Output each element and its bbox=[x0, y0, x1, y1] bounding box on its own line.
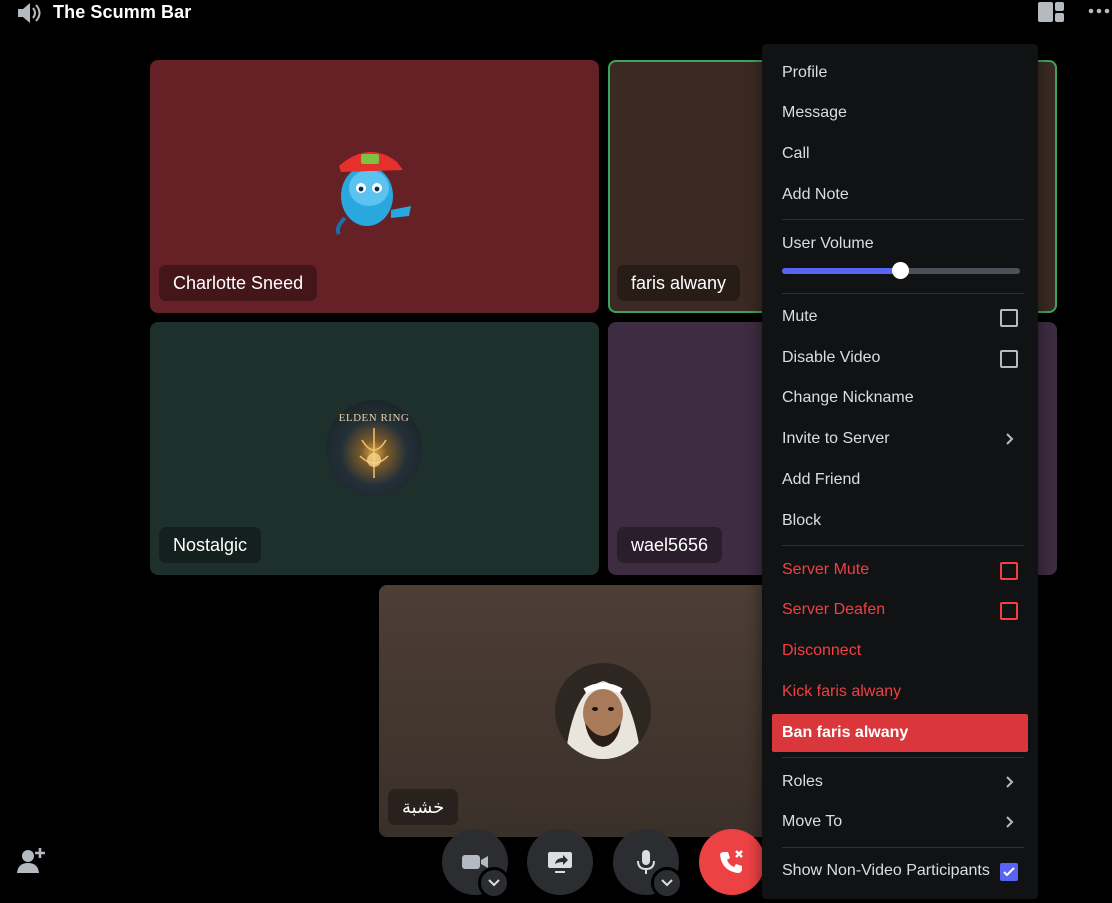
charlotte-avatar bbox=[335, 151, 411, 236]
participant-tile-nostalgic[interactable]: ELDEN RING Nostalgic bbox=[150, 322, 599, 575]
user-volume-slider[interactable] bbox=[782, 262, 1020, 279]
menu-item-label: Disable Video bbox=[782, 349, 881, 366]
user-context-menu: Profile Message Call Add Note User Volum… bbox=[762, 44, 1038, 899]
menu-item-kick[interactable]: Kick faris alwany bbox=[772, 676, 1028, 708]
menu-item-profile[interactable]: Profile bbox=[772, 57, 1028, 89]
menu-item-block[interactable]: Block bbox=[772, 505, 1028, 537]
participant-name: Nostalgic bbox=[159, 527, 262, 563]
menu-item-label: Server Deafen bbox=[782, 601, 886, 618]
menu-item-roles[interactable]: Roles bbox=[772, 766, 1028, 798]
microphone-icon bbox=[637, 850, 655, 874]
screen-share-button[interactable] bbox=[527, 829, 593, 895]
menu-item-server-deafen[interactable]: Server Deafen bbox=[772, 594, 1028, 626]
checkmark-icon bbox=[1003, 867, 1015, 877]
voice-channel-header: The Scumm Bar bbox=[0, 0, 1112, 26]
menu-item-server-mute[interactable]: Server Mute bbox=[772, 554, 1028, 586]
menu-item-label: Mute bbox=[782, 308, 818, 325]
menu-item-invite-to-server[interactable]: Invite to Server bbox=[772, 423, 1028, 455]
menu-item-label: Roles bbox=[782, 773, 823, 790]
camera-options-button[interactable] bbox=[478, 867, 510, 899]
menu-item-label: Server Mute bbox=[782, 561, 870, 578]
menu-item-disconnect[interactable]: Disconnect bbox=[772, 635, 1028, 667]
menu-item-label: Invite to Server bbox=[782, 430, 890, 447]
menu-item-label: Move To bbox=[782, 813, 843, 830]
user-volume-label: User Volume bbox=[782, 235, 874, 252]
participant-name: Charlotte Sneed bbox=[159, 265, 318, 301]
chevron-right-icon bbox=[1006, 776, 1014, 788]
menu-separator bbox=[782, 545, 1024, 546]
chevron-right-icon bbox=[1006, 433, 1014, 445]
screen-share-icon bbox=[548, 852, 572, 873]
speaker-icon bbox=[18, 3, 41, 23]
menu-item-disable-video[interactable]: Disable Video bbox=[772, 342, 1028, 374]
participant-tile-khashaba[interactable]: خشبة bbox=[379, 585, 828, 837]
end-call-icon bbox=[720, 850, 743, 873]
menu-item-call[interactable]: Call bbox=[772, 138, 1028, 170]
elden-ring-avatar: ELDEN RING bbox=[326, 400, 422, 496]
menu-separator bbox=[782, 219, 1024, 220]
menu-separator bbox=[782, 757, 1024, 758]
user-volume-handle[interactable] bbox=[892, 262, 909, 279]
disconnect-call-button[interactable] bbox=[699, 829, 765, 895]
more-icon[interactable] bbox=[1087, 5, 1111, 17]
microphone-options-button[interactable] bbox=[651, 867, 683, 899]
user-volume-fill bbox=[782, 268, 901, 274]
chevron-right-icon bbox=[1006, 816, 1014, 828]
menu-item-ban[interactable]: Ban faris alwany bbox=[772, 714, 1028, 752]
menu-item-change-nickname[interactable]: Change Nickname bbox=[772, 382, 1028, 414]
mute-checkbox[interactable] bbox=[1000, 309, 1018, 327]
chevron-down-icon bbox=[488, 879, 500, 887]
menu-item-add-note[interactable]: Add Note bbox=[772, 179, 1028, 211]
menu-item-add-friend[interactable]: Add Friend bbox=[772, 464, 1028, 496]
server-deafen-checkbox[interactable] bbox=[1000, 602, 1018, 620]
participant-name: خشبة bbox=[388, 789, 459, 825]
khashaba-avatar bbox=[555, 663, 651, 759]
show-non-video-checkbox[interactable] bbox=[1000, 863, 1018, 881]
chevron-down-icon bbox=[661, 879, 673, 887]
participant-name: wael5656 bbox=[617, 527, 723, 563]
disable-video-checkbox[interactable] bbox=[1000, 350, 1018, 368]
avatar-logo-text: ELDEN RING bbox=[338, 412, 410, 424]
rune-icon bbox=[359, 428, 389, 478]
menu-separator bbox=[782, 847, 1024, 848]
menu-item-move-to[interactable]: Move To bbox=[772, 806, 1028, 838]
menu-item-mute[interactable]: Mute bbox=[772, 301, 1028, 333]
server-mute-checkbox[interactable] bbox=[1000, 562, 1018, 580]
participant-tile-charlotte[interactable]: Charlotte Sneed bbox=[150, 60, 599, 313]
grid-layout-icon[interactable] bbox=[1037, 1, 1065, 23]
menu-item-label: Show Non-Video Participants bbox=[782, 862, 990, 879]
menu-separator bbox=[782, 293, 1024, 294]
add-user-icon[interactable] bbox=[16, 846, 46, 874]
participant-name: faris alwany bbox=[617, 265, 741, 301]
menu-item-message[interactable]: Message bbox=[772, 97, 1028, 129]
channel-title: The Scumm Bar bbox=[53, 2, 192, 22]
menu-item-show-non-video[interactable]: Show Non-Video Participants bbox=[772, 855, 1028, 887]
